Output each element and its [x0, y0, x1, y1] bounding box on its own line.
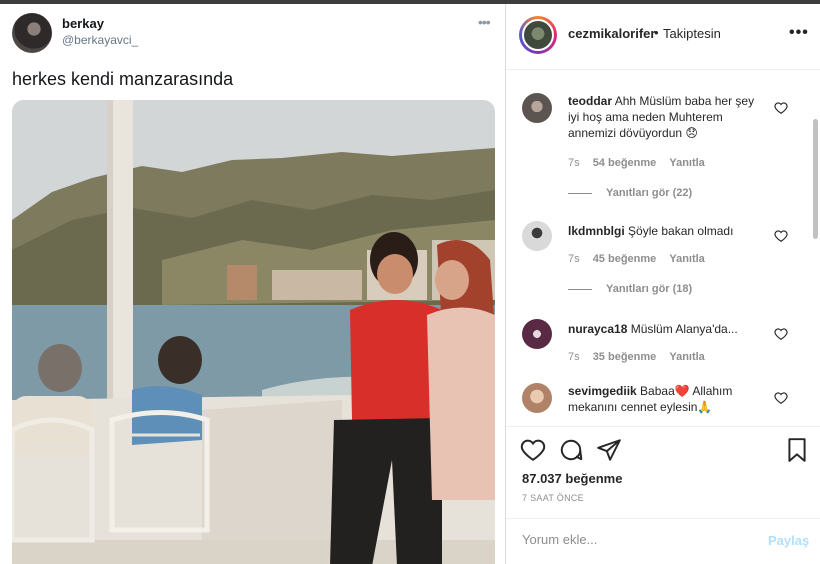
comment-list[interactable]: teoddar Ahh Müslüm baba her şey iyi hoş … — [506, 71, 820, 426]
divider — [568, 288, 592, 290]
post-author-username[interactable]: cezmikalorifer — [568, 26, 655, 41]
tweet-author-name[interactable]: berkay — [62, 16, 104, 31]
avatar — [522, 19, 554, 51]
like-heart-icon[interactable] — [520, 437, 546, 463]
photo-illustration — [12, 100, 495, 564]
comment-body: teoddar Ahh Müslüm baba her şey iyi hoş … — [568, 93, 768, 141]
comment-body: sevimgediik Babaa❤️ Allahım mekanını cen… — [568, 383, 768, 415]
comment-meta: 7s 45 beğenme Yanıtla — [568, 253, 715, 265]
comment-likes[interactable]: 35 beğenme — [593, 351, 657, 363]
view-replies-label: Yanıtları gör (22) — [606, 187, 693, 199]
post-timestamp[interactable]: 7 SAAT ÖNCE — [522, 493, 584, 503]
avatar[interactable] — [522, 93, 552, 123]
scrollbar[interactable] — [813, 119, 818, 239]
comment-time: 7s — [568, 351, 580, 363]
comment-input[interactable] — [522, 532, 752, 547]
reply-button[interactable]: Yanıtla — [669, 351, 704, 363]
view-replies-button[interactable]: Yanıtları gör (22) — [568, 187, 692, 199]
avatar[interactable] — [522, 221, 552, 251]
tweet-text: herkes kendi manzarasında — [12, 69, 234, 89]
comment-meta: 7s 35 beğenme Yanıtla — [568, 351, 715, 363]
comment-username[interactable]: lkdmnblgi — [568, 224, 625, 238]
view-replies-button[interactable]: Yanıtları gör (18) — [568, 283, 692, 295]
tweet-card: berkay @berkayavci_ ••• herkes kendi man… — [0, 4, 505, 564]
reply-button[interactable]: Yanıtla — [669, 253, 704, 265]
ellipsis-icon[interactable]: ••• — [478, 14, 491, 30]
comment-time: 7s — [568, 253, 580, 265]
heart-icon[interactable] — [774, 101, 788, 115]
heart-icon[interactable] — [774, 391, 788, 405]
comment-body: nurayca18 Müslüm Alanya'da... — [568, 321, 768, 337]
avatar[interactable] — [522, 383, 552, 413]
divider — [568, 192, 592, 194]
tweet-photo[interactable] — [12, 100, 495, 564]
reply-button[interactable]: Yanıtla — [669, 157, 704, 169]
comment-meta: 7s 54 beğenme Yanıtla — [568, 157, 715, 169]
comment-text: Şöyle bakan olmadı — [628, 224, 734, 238]
story-ring[interactable] — [519, 16, 557, 54]
share-paper-plane-icon[interactable] — [596, 437, 622, 463]
post-header: cezmikalorifer • Takiptesin ••• — [506, 4, 820, 70]
add-comment-bar: Paylaş — [506, 518, 820, 564]
comment-username[interactable]: sevimgediik — [568, 384, 637, 398]
heart-icon[interactable] — [774, 229, 788, 243]
tweet-avatar[interactable] — [12, 13, 52, 53]
follow-status[interactable]: Takiptesin — [663, 26, 721, 41]
comment-time: 7s — [568, 157, 580, 169]
comment-text: Müslüm Alanya'da... — [630, 322, 738, 336]
comment-bubble-icon[interactable] — [558, 437, 584, 463]
separator-dot: • — [654, 25, 659, 40]
comment-username[interactable]: teoddar — [568, 94, 612, 108]
view-replies-label: Yanıtları gör (18) — [606, 283, 693, 295]
more-options-icon[interactable]: ••• — [789, 24, 809, 42]
like-count[interactable]: 87.037 beğenme — [522, 471, 622, 486]
post-actions: 87.037 beğenme 7 SAAT ÖNCE — [506, 426, 820, 518]
comment-likes[interactable]: 54 beğenme — [593, 157, 657, 169]
bookmark-icon[interactable] — [784, 437, 810, 463]
post-comment-button[interactable]: Paylaş — [768, 533, 809, 548]
tweet-author-handle[interactable]: @berkayavci_ — [62, 33, 138, 47]
avatar[interactable] — [522, 319, 552, 349]
comment-likes[interactable]: 45 beğenme — [593, 253, 657, 265]
instagram-panel: cezmikalorifer • Takiptesin ••• teoddar … — [505, 4, 820, 564]
heart-icon[interactable] — [774, 327, 788, 341]
comment-body: lkdmnblgi Şöyle bakan olmadı — [568, 223, 768, 239]
comment-username[interactable]: nurayca18 — [568, 322, 627, 336]
